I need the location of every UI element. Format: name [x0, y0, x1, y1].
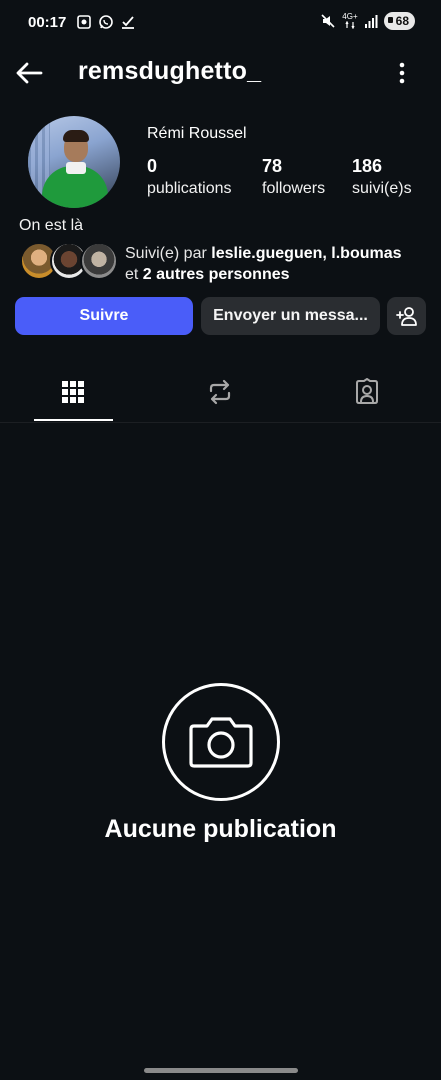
- stat-value: 0: [147, 156, 158, 176]
- status-icons-right: 4G+ 68: [320, 12, 415, 30]
- arrow-left-icon: [16, 62, 43, 84]
- more-vertical-icon: [399, 62, 405, 84]
- network-label: 4G+: [342, 12, 358, 21]
- camera-icon: [189, 717, 253, 768]
- divider: [0, 422, 441, 423]
- stat-label: publications: [147, 180, 232, 197]
- add-user-icon: [395, 307, 417, 326]
- profile-username: remsdughetto_: [78, 57, 262, 85]
- follow-button[interactable]: Suivre: [15, 297, 193, 335]
- status-time: 00:17: [28, 14, 67, 31]
- back-button[interactable]: [14, 58, 44, 88]
- active-tab-indicator: [34, 419, 113, 421]
- mute-icon: [321, 14, 335, 28]
- followed-by-others: 2 autres personnes: [142, 266, 290, 283]
- tab-grid[interactable]: [53, 372, 93, 412]
- battery-icon: 68: [383, 12, 415, 30]
- stat-label: suivi(e)s: [352, 180, 412, 197]
- download-check-icon: [122, 16, 134, 29]
- more-options-button[interactable]: [390, 60, 414, 86]
- stat-value: 78: [262, 156, 283, 176]
- followed-by-connector: et: [125, 266, 143, 283]
- home-indicator[interactable]: [144, 1068, 298, 1073]
- screen-record-icon: [77, 15, 91, 29]
- status-icons-left: [76, 14, 136, 30]
- signal-icon: [364, 15, 378, 28]
- profile-full-name: Rémi Roussel: [147, 125, 247, 142]
- empty-state-icon-circle: [162, 683, 280, 801]
- mutual-followers-avatars[interactable]: [20, 242, 118, 280]
- grid-icon: [62, 381, 84, 403]
- suggested-users-button[interactable]: [387, 297, 426, 335]
- stat-following[interactable]: 186 suivi(e)s: [352, 156, 412, 198]
- followed-by-prefix: Suivi(e) par: [125, 245, 212, 262]
- stat-value: 186: [352, 156, 383, 176]
- stat-publications: 0 publications: [147, 156, 232, 198]
- tab-tagged[interactable]: [347, 372, 387, 412]
- repost-icon: [209, 379, 231, 405]
- followed-by-names: leslie.gueguen, l.boumas: [211, 245, 402, 262]
- avatar: [80, 242, 118, 280]
- mutual-followers-text[interactable]: Suivi(e) par leslie.gueguen, l.boumas et…: [125, 243, 425, 285]
- whatsapp-icon: [99, 15, 113, 29]
- stat-followers[interactable]: 78 followers: [262, 156, 325, 198]
- empty-state-text: Aucune publication: [104, 815, 337, 843]
- profile-avatar[interactable]: [28, 116, 120, 208]
- network-icon: 4G+: [342, 12, 358, 29]
- tab-reposts[interactable]: [200, 372, 240, 412]
- stat-label: followers: [262, 180, 326, 197]
- send-message-button[interactable]: Envoyer un messa...: [201, 297, 380, 335]
- profile-bio: On est là: [19, 217, 84, 234]
- tagged-user-icon: [356, 378, 378, 404]
